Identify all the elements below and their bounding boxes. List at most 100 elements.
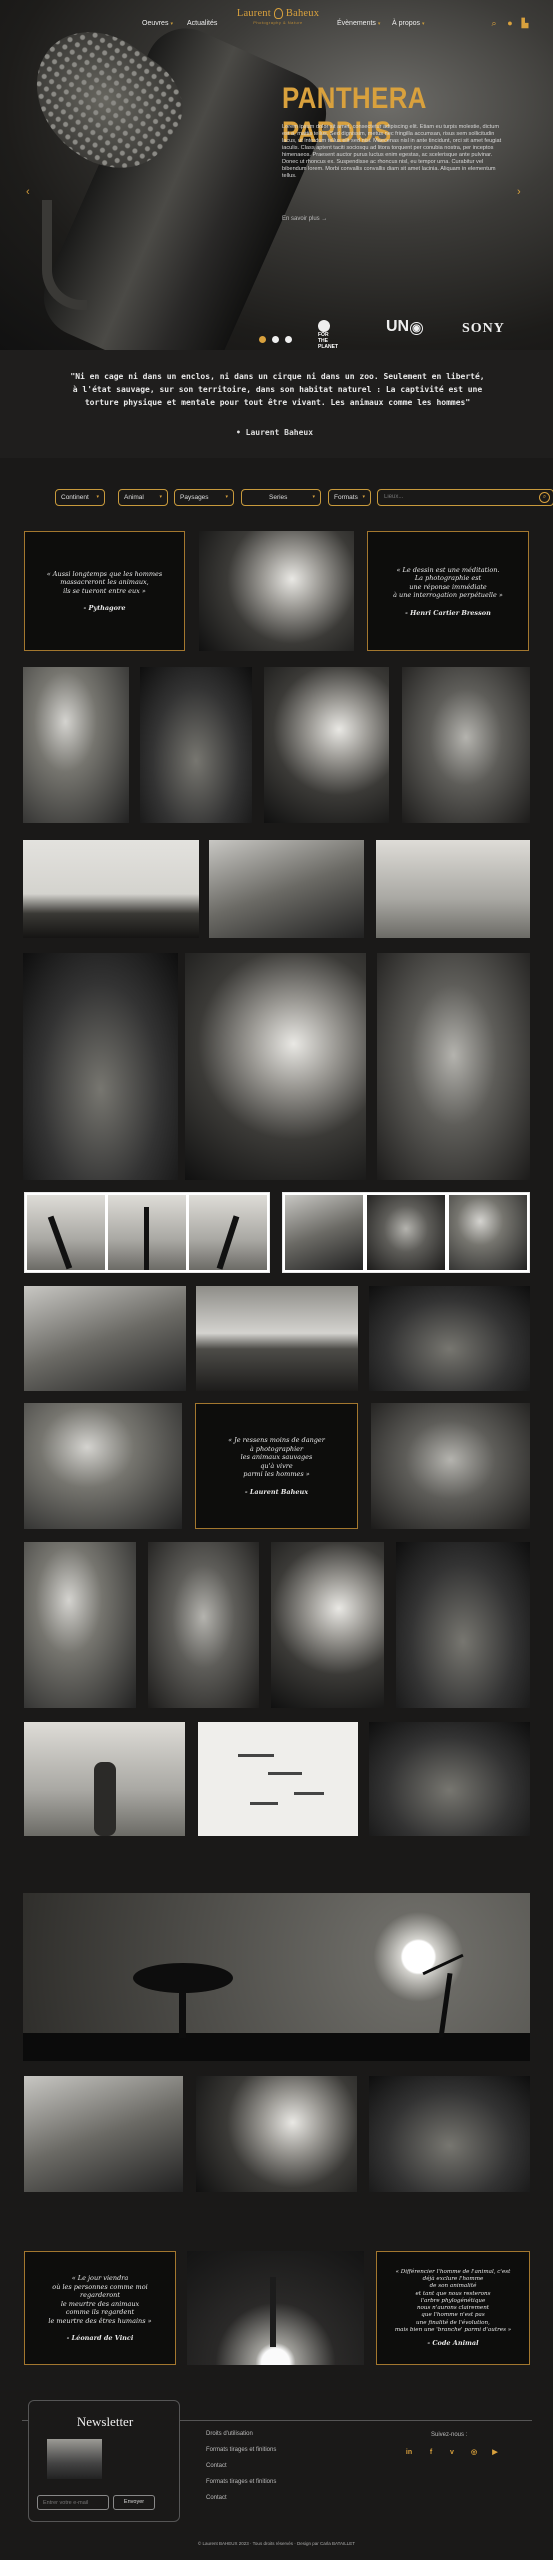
- photo-giraffe-head[interactable]: [369, 1722, 530, 1836]
- photo-lion-roar[interactable]: [264, 667, 389, 823]
- photo-lioness-lick[interactable]: [140, 667, 252, 823]
- quote-card-leonard-de-vinci: « Le jour viendra où les personnes comme…: [24, 2251, 176, 2365]
- manifesto-quote: "Ni en cage ni dans un enclos, ni dans u…: [0, 350, 553, 458]
- slider-dot-1[interactable]: [259, 336, 266, 343]
- partner-logo-un[interactable]: UN ◉: [386, 318, 423, 336]
- photo-gorilla-family[interactable]: [23, 953, 178, 1180]
- chevron-down-icon: ▾: [362, 494, 365, 500]
- gallery-filters: Continent ▾ Animal ▾ Paysages ▾ Series ▾ For…: [55, 489, 553, 506]
- hero-slider-dots: [259, 330, 298, 348]
- quote-card-text: « Je ressens moins de danger à photograp…: [228, 1436, 325, 1479]
- hero-prev-arrow-icon[interactable]: ‹: [26, 186, 30, 198]
- photo-wolf-lying[interactable]: [199, 531, 354, 651]
- filter-paysages-label: Paysages: [180, 494, 209, 501]
- footer-link-formats[interactable]: Formats tirages et finitions: [206, 2447, 276, 2453]
- cart-icon[interactable]: ▙: [520, 18, 530, 28]
- manifesto-quote-text: "Ni en cage ni dans un enclos, ni dans u…: [70, 372, 485, 407]
- follow-us-label: Suivez-nous :: [431, 2432, 468, 2438]
- footer-link-contact-2[interactable]: Contact: [206, 2495, 227, 2501]
- nav-a-propos[interactable]: À propos ▾: [392, 20, 425, 27]
- quote-card-cartier-bresson: « Le dessin est une méditation. La photo…: [367, 531, 529, 651]
- footer-link-droits[interactable]: Droits d'utilisation: [206, 2431, 253, 2437]
- newsletter-send-button[interactable]: Envoyer: [113, 2495, 155, 2510]
- photo-flamingos-flight[interactable]: [198, 1722, 358, 1836]
- nav-actualites[interactable]: Actualités: [187, 20, 217, 27]
- top-navigation: Oeuvres ▾ Actualités Laurent Baheux Photog…: [0, 0, 553, 46]
- partner-label-un: UN: [386, 318, 410, 335]
- photo-chameleon-branch[interactable]: [24, 1403, 182, 1529]
- leopard-head-logo-icon: [273, 8, 283, 20]
- hero-next-arrow-icon[interactable]: ›: [517, 186, 521, 198]
- footer-link-formats-2[interactable]: Formats tirages et finitions: [206, 2479, 276, 2485]
- newsletter-email-input[interactable]: [37, 2495, 109, 2510]
- newsletter-title: Newsletter: [76, 2414, 134, 2429]
- photo-lion-plain[interactable]: [369, 2076, 530, 2192]
- user-icon[interactable]: ●: [505, 18, 515, 28]
- filter-continent[interactable]: Continent ▾: [55, 489, 105, 506]
- photo-gorilla-roar[interactable]: [185, 953, 366, 1180]
- photo-iceberg[interactable]: [24, 1286, 186, 1391]
- filter-series[interactable]: Series ▾: [241, 489, 321, 506]
- quote-card-author: - Léonard de Vinci: [66, 2334, 134, 2342]
- logo-first-name: Laurent: [236, 8, 271, 19]
- photo-horses-fighting[interactable]: [24, 2076, 183, 2192]
- search-icon[interactable]: ⌕: [489, 18, 499, 28]
- site-logo[interactable]: Laurent Baheux Photography & Nature: [232, 8, 324, 25]
- photo-reindeer[interactable]: [376, 840, 530, 938]
- photo-misty-lake[interactable]: [209, 840, 364, 938]
- facebook-icon[interactable]: f: [427, 2449, 435, 2457]
- linkedin-icon[interactable]: in: [405, 2449, 413, 2457]
- photo-savanna-full-moon[interactable]: [23, 1893, 530, 2061]
- filter-formats[interactable]: Formats ▾: [328, 489, 371, 506]
- partner-logo-for-the-planet[interactable]: FOR THE PLANET: [318, 320, 348, 350]
- photo-chameleon-close[interactable]: [24, 1542, 136, 1708]
- photo-baboon-portrait[interactable]: [196, 2076, 357, 2192]
- photo-canyon-river[interactable]: [369, 1286, 530, 1391]
- filter-paysages[interactable]: Paysages ▾: [174, 489, 234, 506]
- quote-card-text: « Le dessin est une méditation. La photo…: [393, 565, 503, 600]
- quote-card-code-animal: « Différencier l'homme de l'animal, c'es…: [376, 2251, 530, 2365]
- nav-oeuvres[interactable]: Oeuvres ▾: [142, 20, 173, 27]
- photo-chameleon-leaves[interactable]: [271, 1542, 384, 1708]
- filter-animal[interactable]: Animal ▾: [118, 489, 168, 506]
- hero-description: Lorem ipsum dolor sit amet, consectetur …: [282, 124, 502, 179]
- partner-logo-sony[interactable]: SONY: [462, 321, 505, 337]
- photo-antelope-portrait[interactable]: [371, 1403, 530, 1529]
- quote-card-author: - Code Animal: [427, 2339, 479, 2348]
- manifesto-quote-author: • Laurent Baheux: [236, 428, 314, 437]
- location-search-input[interactable]: [384, 494, 504, 500]
- photo-impala[interactable]: [24, 1722, 185, 1836]
- youtube-icon[interactable]: ▶: [491, 2449, 499, 2457]
- chevron-down-icon: ▾: [422, 21, 425, 27]
- nav-evenements[interactable]: Évènements ▾: [337, 20, 380, 27]
- quote-card-author: - Pythagore: [83, 604, 126, 613]
- photo-wildebeest-horn[interactable]: [23, 667, 129, 823]
- hero-read-more-link[interactable]: En savoir plus →: [282, 216, 327, 222]
- photo-herd-mountains[interactable]: [23, 840, 199, 938]
- photo-jackal[interactable]: [148, 1542, 259, 1708]
- filter-series-label: Series: [269, 494, 288, 501]
- triptych-giraffes[interactable]: [24, 1192, 270, 1273]
- search-icon[interactable]: ⌕: [539, 492, 550, 503]
- vimeo-icon[interactable]: v: [448, 2449, 456, 2457]
- slider-dot-2[interactable]: [272, 336, 279, 343]
- footer-link-contact[interactable]: Contact: [206, 2463, 227, 2469]
- location-search: ⌕: [377, 489, 553, 506]
- hero-leopard-tail: [42, 200, 87, 310]
- nav-a-propos-label: À propos: [392, 20, 421, 27]
- photo-orangutan-mother[interactable]: [377, 953, 530, 1180]
- hero-banner: PANTHERA PARDUS Lorem ipsum dolor sit am…: [0, 0, 553, 350]
- photo-elephant-tree[interactable]: [196, 1286, 358, 1391]
- instagram-icon[interactable]: ◎: [470, 2449, 478, 2457]
- newsletter-jeep-image: [47, 2439, 102, 2479]
- quote-card-text: « Différencier l'homme de l'animal, c'es…: [394, 2268, 512, 2334]
- photo-lioness-portrait[interactable]: [402, 667, 530, 823]
- newsletter-box: Newsletter Envoyer: [28, 2400, 180, 2522]
- photo-owl[interactable]: [396, 1542, 530, 1708]
- filter-formats-label: Formats: [334, 494, 358, 501]
- slider-dot-3[interactable]: [285, 336, 292, 343]
- chevron-down-icon: ▾: [312, 494, 315, 500]
- partner-label-for-the-planet: FOR THE PLANET: [318, 332, 338, 350]
- triptych-lions[interactable]: [282, 1192, 530, 1273]
- photo-giraffe-sunset[interactable]: [187, 2251, 364, 2365]
